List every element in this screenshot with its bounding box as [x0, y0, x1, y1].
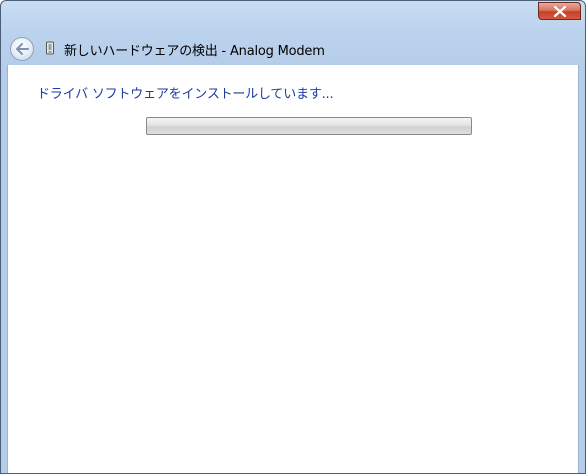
- back-arrow-icon: [16, 43, 29, 55]
- progress-bar: [146, 117, 472, 135]
- device-icon: [46, 41, 54, 55]
- wizard-window: 新しいハードウェアの検出 - Analog Modem ドライバ ソフトウェアを…: [0, 0, 586, 474]
- content-panel: ドライバ ソフトウェアをインストールしています...: [7, 65, 579, 473]
- window-title: 新しいハードウェアの検出 - Analog Modem: [64, 44, 325, 59]
- close-button[interactable]: [538, 2, 581, 20]
- status-text: ドライバ ソフトウェアをインストールしています...: [37, 87, 334, 102]
- back-button[interactable]: [10, 37, 34, 61]
- close-icon: [553, 5, 566, 17]
